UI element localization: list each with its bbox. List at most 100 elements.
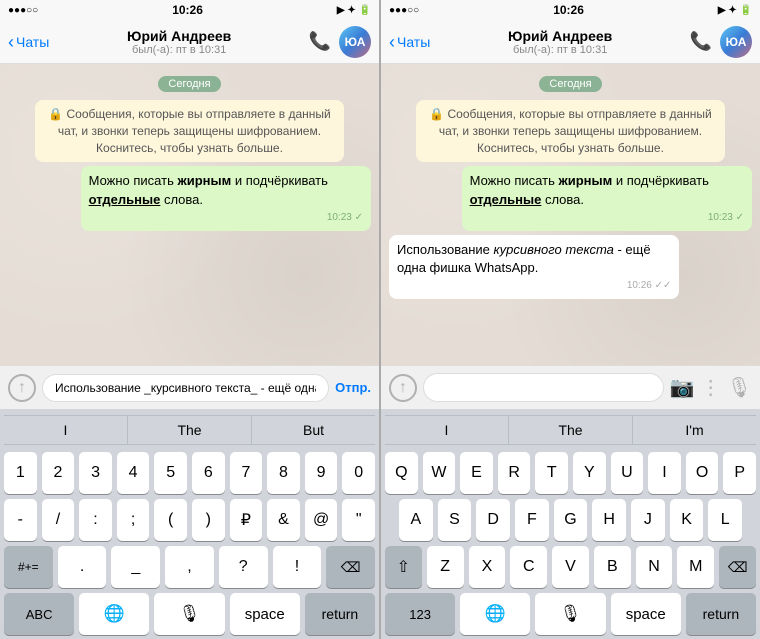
key-s-right[interactable]: S xyxy=(438,499,472,541)
attach-button-left[interactable]: ↑ xyxy=(8,374,36,402)
key-m-right[interactable]: M xyxy=(677,546,714,588)
phone-icon-right[interactable]: 📞 xyxy=(690,31,712,53)
key-7-left[interactable]: 7 xyxy=(230,452,263,494)
space-key-left[interactable]: space xyxy=(230,593,300,635)
avatar-right[interactable]: ЮА xyxy=(720,26,752,58)
message-input-right[interactable] xyxy=(423,373,664,402)
space-key-right[interactable]: space xyxy=(611,593,681,635)
mic-key-right[interactable]: 🎙 xyxy=(535,593,605,635)
system-message-left[interactable]: 🔒 Сообщения, которые вы отправляете в да… xyxy=(35,100,344,162)
key-h-right[interactable]: H xyxy=(592,499,626,541)
autocomplete-item-2-left[interactable]: But xyxy=(252,416,375,444)
key-l-right[interactable]: L xyxy=(708,499,742,541)
key-j-right[interactable]: J xyxy=(631,499,665,541)
key-lparen-left[interactable]: ( xyxy=(154,499,187,541)
globe-key-left[interactable]: 🌐 xyxy=(79,593,149,635)
key-k-right[interactable]: K xyxy=(670,499,704,541)
key-8-left[interactable]: 8 xyxy=(267,452,300,494)
key-b-right[interactable]: B xyxy=(594,546,631,588)
battery-icons-right: ▶ ✦ 🔋 xyxy=(718,5,752,16)
backspace-key-left[interactable]: ⌫ xyxy=(326,546,375,588)
key-c-right[interactable]: C xyxy=(510,546,547,588)
key-z-right[interactable]: Z xyxy=(427,546,464,588)
key-rparen-left[interactable]: ) xyxy=(192,499,225,541)
return-key-right[interactable]: return xyxy=(686,593,756,635)
key-u-right[interactable]: U xyxy=(611,452,644,494)
key-p-right[interactable]: P xyxy=(723,452,756,494)
autocomplete-item-2-right[interactable]: I'm xyxy=(633,416,756,444)
key-q-right[interactable]: Q xyxy=(385,452,418,494)
key-e-right[interactable]: E xyxy=(460,452,493,494)
date-badge-left: Сегодня xyxy=(158,76,220,92)
key-rub-left[interactable]: ₽ xyxy=(230,499,263,541)
back-button-left[interactable]: ‹ Чаты xyxy=(8,33,49,51)
key-3-left[interactable]: 3 xyxy=(79,452,112,494)
key-0-left[interactable]: 0 xyxy=(342,452,375,494)
key-i-right[interactable]: I xyxy=(648,452,681,494)
key-1-left[interactable]: 1 xyxy=(4,452,37,494)
avatar-left[interactable]: ЮА xyxy=(339,26,371,58)
key-n-right[interactable]: N xyxy=(636,546,673,588)
sym-row-left: - / : ; ( ) ₽ & @ " xyxy=(4,499,375,541)
autocomplete-item-0-left[interactable]: I xyxy=(4,416,128,444)
message-input-left[interactable] xyxy=(42,374,329,402)
sent-text-right: Можно писать жирным и подчёркивать отдел… xyxy=(470,172,744,208)
backspace-key-right[interactable]: ⌫ xyxy=(719,546,756,588)
shift-key-right[interactable]: ⇧ xyxy=(385,546,422,588)
key-y-right[interactable]: Y xyxy=(573,452,606,494)
phone-icon-left[interactable]: 📞 xyxy=(309,31,331,53)
mic-icon-right[interactable]: 🎙 xyxy=(727,375,752,400)
key-o-right[interactable]: O xyxy=(686,452,719,494)
qwerty-row2-right: A S D F G H J K L xyxy=(385,499,756,541)
key-w-right[interactable]: W xyxy=(423,452,456,494)
mic-key-left[interactable]: 🎙 xyxy=(154,593,224,635)
key-slash-left[interactable]: / xyxy=(42,499,75,541)
send-button-left[interactable]: Отпр. xyxy=(335,380,371,395)
return-key-left[interactable]: return xyxy=(305,593,375,635)
globe-key-right[interactable]: 🌐 xyxy=(460,593,530,635)
autocomplete-item-1-right[interactable]: The xyxy=(509,416,633,444)
sent-text-left: Можно писать жирным и подчёркивать отдел… xyxy=(89,172,363,208)
key-a-right[interactable]: A xyxy=(399,499,433,541)
key-t-right[interactable]: T xyxy=(535,452,568,494)
back-chevron-right: ‹ xyxy=(389,33,395,51)
key-dot-left[interactable]: . xyxy=(58,546,107,588)
key-colon-left[interactable]: : xyxy=(79,499,112,541)
header-center-right: Юрий Андреев был(-а): пт в 10:31 xyxy=(430,28,690,56)
key-semicolon-left[interactable]: ; xyxy=(117,499,150,541)
signal-icons-right: ●●●○○ xyxy=(389,5,419,16)
key-x-right[interactable]: X xyxy=(469,546,506,588)
back-button-right[interactable]: ‹ Чаты xyxy=(389,33,430,51)
key-underscore-left[interactable]: _ xyxy=(111,546,160,588)
key-6-left[interactable]: 6 xyxy=(192,452,225,494)
key-g-right[interactable]: G xyxy=(554,499,588,541)
chat-area-right: Сегодня 🔒 Сообщения, которые вы отправля… xyxy=(381,64,760,365)
more-icon-right[interactable]: ⋮ xyxy=(701,375,721,400)
input-area-right: ↑ 📷 ⋮ 🎙 xyxy=(381,365,760,409)
key-excl-left[interactable]: ! xyxy=(273,546,322,588)
contact-sub-right: был(-а): пт в 10:31 xyxy=(513,44,607,56)
camera-icon-right[interactable]: 📷 xyxy=(670,375,695,400)
key-at-left[interactable]: @ xyxy=(305,499,338,541)
key-4-left[interactable]: 4 xyxy=(117,452,150,494)
abc-key-left[interactable]: ABC xyxy=(4,593,74,635)
system-message-right[interactable]: 🔒 Сообщения, которые вы отправляете в да… xyxy=(416,100,725,162)
key-question-left[interactable]: ? xyxy=(219,546,268,588)
key-r-right[interactable]: R xyxy=(498,452,531,494)
key-amp-left[interactable]: & xyxy=(267,499,300,541)
key-9-left[interactable]: 9 xyxy=(305,452,338,494)
sent-message-right: Можно писать жирным и подчёркивать отдел… xyxy=(462,166,752,230)
key-hashtag-left[interactable]: #+= xyxy=(4,546,53,588)
autocomplete-item-0-right[interactable]: I xyxy=(385,416,509,444)
key-comma-left[interactable]: , xyxy=(165,546,214,588)
key-5-left[interactable]: 5 xyxy=(154,452,187,494)
key-v-right[interactable]: V xyxy=(552,546,589,588)
key-quote-left[interactable]: " xyxy=(342,499,375,541)
autocomplete-item-1-left[interactable]: The xyxy=(128,416,252,444)
key-d-right[interactable]: D xyxy=(476,499,510,541)
attach-button-right[interactable]: ↑ xyxy=(389,374,417,402)
num123-key-right[interactable]: 123 xyxy=(385,593,455,635)
key-f-right[interactable]: F xyxy=(515,499,549,541)
key-dash-left[interactable]: - xyxy=(4,499,37,541)
key-2-left[interactable]: 2 xyxy=(42,452,75,494)
